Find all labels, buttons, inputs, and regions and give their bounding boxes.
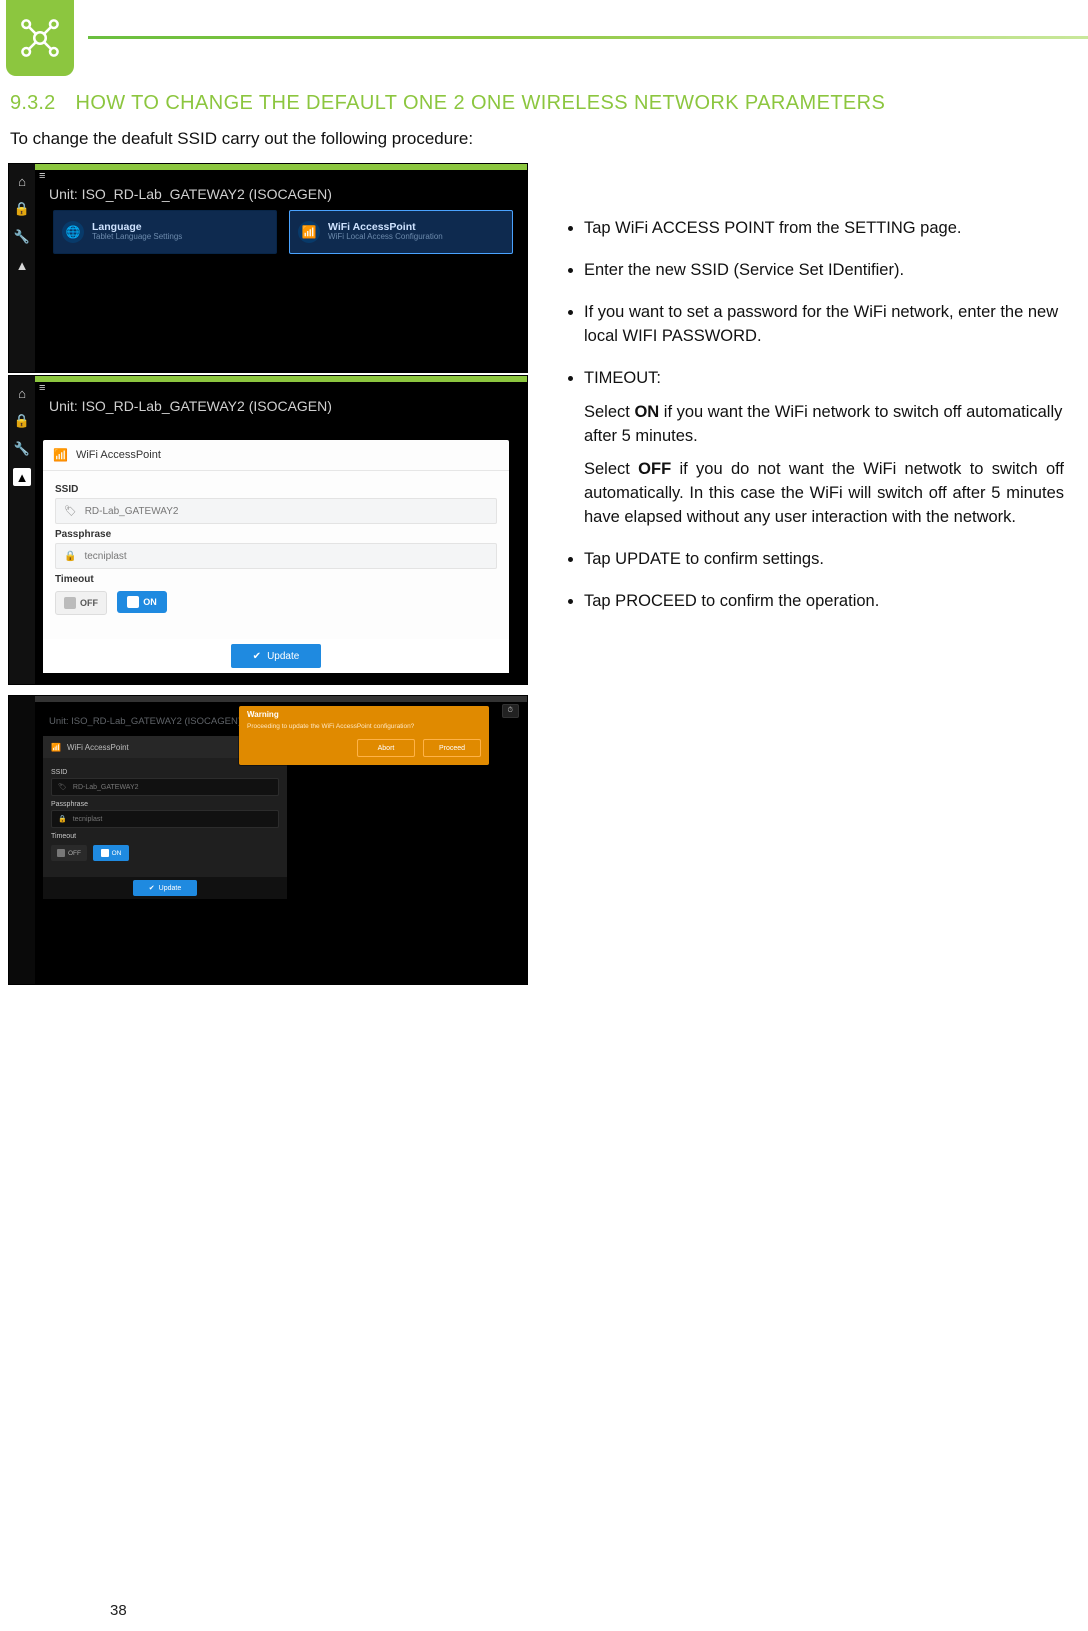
screenshot-wifi-form: ⌂ 🔒 🔧 ▲ ≡ Unit: ISO_RD-Lab_GATEWAY2 (ISO…: [8, 375, 528, 685]
header-rule: [88, 36, 1088, 39]
wifi-panel: 📶 WiFi AccessPoint SSID 🏷 RD-Lab_GATEWAY2…: [43, 440, 509, 673]
alert-icon[interactable]: ▲: [13, 256, 31, 274]
passphrase-input[interactable]: 🔒 tecniplast: [55, 543, 497, 569]
wifi-icon: 📶: [298, 221, 320, 243]
instruction-item: Enter the new SSID (Service Set IDentifi…: [584, 259, 1064, 283]
update-button[interactable]: ✔Update: [231, 644, 322, 668]
card-language[interactable]: 🌐 Language Tablet Language Settings: [53, 210, 277, 254]
instruction-item: If you want to set a password for the Wi…: [584, 301, 1064, 349]
check-icon: ✔: [149, 884, 155, 892]
wifi-icon: 📶: [53, 448, 68, 462]
passphrase-label: Passphrase: [51, 801, 279, 808]
instruction-item: Tap PROCEED to confirm the operation.: [584, 590, 1064, 614]
screenshot-confirm-dialog: Unit: ISO_RD-Lab_GATEWAY2 (ISOCAGEN) ⏱ 📶…: [8, 695, 528, 985]
dialog-message: Proceeding to update the WiFi AccessPoin…: [239, 723, 489, 739]
wrench-icon[interactable]: 🔧: [13, 228, 31, 246]
ssid-input[interactable]: 🏷RD-Lab_GATEWAY2: [51, 778, 279, 796]
card-subtitle: WiFi Local Access Configuration: [328, 233, 443, 242]
lock-icon: 🔒: [64, 551, 76, 562]
proceed-button[interactable]: Proceed: [423, 739, 481, 757]
timeout-off-toggle[interactable]: OFF: [55, 591, 107, 615]
app-sidebar: [9, 696, 35, 984]
unit-title: Unit: ISO_RD-Lab_GATEWAY2 (ISOCAGEN): [49, 398, 332, 414]
clock-chip: ⏱: [502, 704, 519, 718]
ssid-label: SSID: [51, 769, 279, 776]
lock-icon[interactable]: 🔒: [13, 412, 31, 430]
ssid-value: RD-Lab_GATEWAY2: [85, 506, 179, 517]
timeout-label: Timeout: [55, 574, 497, 585]
home-icon[interactable]: ⌂: [13, 172, 31, 190]
passphrase-label: Passphrase: [55, 529, 497, 540]
instructions: Tap WiFi ACCESS POINT from the SETTING p…: [528, 163, 1088, 632]
passphrase-value: tecniplast: [84, 551, 126, 562]
update-button[interactable]: ✔Update: [133, 880, 197, 896]
card-subtitle: Tablet Language Settings: [92, 233, 182, 242]
timeout-on-toggle[interactable]: ON: [93, 845, 129, 861]
passphrase-input[interactable]: 🔒tecniplast: [51, 810, 279, 828]
panel-title: WiFi AccessPoint: [76, 449, 161, 461]
timeout-off-toggle[interactable]: OFF: [51, 845, 87, 861]
tag-icon: 🏷: [64, 506, 77, 517]
dialog-title: Warning: [239, 706, 489, 723]
screenshot-settings: ⌂ 🔒 🔧 ▲ ≡ Unit: ISO_RD-Lab_GATEWAY2 (ISO…: [8, 163, 528, 373]
tag-icon: 🏷: [58, 783, 67, 791]
instruction-item: Tap WiFi ACCESS POINT from the SETTING p…: [584, 217, 1064, 241]
check-icon: ✔: [253, 651, 261, 662]
brand-logo: [6, 0, 74, 76]
section-number: 9.3.2: [10, 92, 55, 115]
lock-icon[interactable]: 🔒: [13, 200, 31, 218]
home-icon[interactable]: ⌂: [13, 384, 31, 402]
unit-title: Unit: ISO_RD-Lab_GATEWAY2 (ISOCAGEN): [49, 186, 332, 202]
timeout-on-toggle[interactable]: ON: [117, 591, 167, 613]
ssid-label: SSID: [55, 484, 497, 495]
instruction-item: TIMEOUT: Select ON if you want the WiFi …: [584, 367, 1064, 531]
warning-dialog: Warning Proceeding to update the WiFi Ac…: [239, 706, 489, 765]
panel-title: WiFi AccessPoint: [67, 743, 129, 752]
timeout-label: Timeout: [51, 833, 279, 840]
page-number: 38: [110, 1602, 127, 1619]
section-title: HOW TO CHANGE THE DEFAULT ONE 2 ONE WIRE…: [75, 92, 885, 115]
wrench-icon[interactable]: 🔧: [13, 440, 31, 458]
menu-icon[interactable]: ≡: [39, 382, 45, 394]
instruction-item: Tap UPDATE to confirm settings.: [584, 548, 1064, 572]
card-wifi-accesspoint[interactable]: 📶 WiFi AccessPoint WiFi Local Access Con…: [289, 210, 513, 254]
app-sidebar: ⌂ 🔒 🔧 ▲: [9, 376, 35, 684]
menu-icon[interactable]: ≡: [39, 170, 45, 182]
globe-icon: 🌐: [62, 221, 84, 243]
alert-icon[interactable]: ▲: [13, 468, 31, 486]
lock-icon: 🔒: [58, 815, 67, 823]
unit-title: Unit: ISO_RD-Lab_GATEWAY2 (ISOCAGEN): [49, 716, 241, 727]
ssid-input[interactable]: 🏷 RD-Lab_GATEWAY2: [55, 498, 497, 524]
app-sidebar: ⌂ 🔒 🔧 ▲: [9, 164, 35, 372]
wifi-icon: 📶: [51, 743, 61, 752]
abort-button[interactable]: Abort: [357, 739, 415, 757]
intro-text: To change the deafult SSID carry out the…: [0, 115, 1088, 163]
